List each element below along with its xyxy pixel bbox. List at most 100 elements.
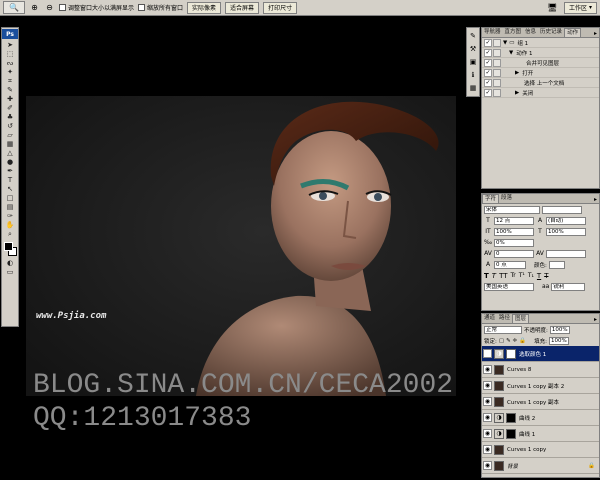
fill-field[interactable]: 100% <box>549 336 569 345</box>
action-row[interactable]: ✓ ▶ 关闭 <box>482 88 599 98</box>
font-family-select[interactable]: 宋体 <box>484 205 540 214</box>
bold-icon[interactable]: T <box>484 272 489 280</box>
zoom-out-icon[interactable]: ⊖ <box>44 2 55 13</box>
layer-mask-thumb[interactable] <box>506 348 516 359</box>
tab-navigator[interactable]: 导航器 <box>482 28 503 37</box>
eye-icon[interactable]: ◉ <box>483 461 492 470</box>
dialog-toggle[interactable] <box>493 88 501 97</box>
path-selection-tool-icon[interactable]: ↖ <box>2 185 18 194</box>
quick-mask-icon[interactable]: ◐ <box>2 259 18 268</box>
eye-icon[interactable]: ◉ <box>483 365 492 374</box>
pen-tool-icon[interactable]: ✒ <box>2 167 18 176</box>
horizontal-scale-field[interactable]: 100% <box>546 227 586 236</box>
eyedropper-tool-icon[interactable]: ✑ <box>2 212 18 221</box>
layer-row[interactable]: ◉ Curves 1 copy 副本 2 <box>482 378 599 394</box>
move-tool-icon[interactable]: ➤ <box>2 41 18 50</box>
subscript-icon[interactable]: T₁ <box>528 272 534 279</box>
lock-transparency-icon[interactable]: ▢ <box>499 338 504 344</box>
layer-row[interactable]: ◉ Curves 8 <box>482 362 599 378</box>
workspace-menu[interactable]: 工作区 ▾ <box>563 1 597 14</box>
baseline-shift-field[interactable]: 0 点 <box>494 260 526 269</box>
eye-icon[interactable]: ◉ <box>483 381 492 390</box>
info-icon[interactable]: ℹ <box>467 69 479 80</box>
layer-comps-icon[interactable]: ▣ <box>467 56 479 67</box>
vertical-scale-field[interactable]: 100% <box>494 227 534 236</box>
eye-icon[interactable]: ◉ <box>483 429 492 438</box>
blur-tool-icon[interactable]: △ <box>2 149 18 158</box>
layer-row[interactable]: ◉ ◑ 选取颜色 1 <box>482 346 599 362</box>
dialog-toggle[interactable] <box>493 78 501 87</box>
panel-menu-icon[interactable]: ▸ <box>592 196 599 203</box>
tab-actions[interactable]: 动作 <box>564 28 582 37</box>
action-row[interactable]: ✓ 选择 上一个文档 <box>482 78 599 88</box>
check-icon[interactable]: ✓ <box>484 58 492 67</box>
all-caps-icon[interactable]: TT <box>499 272 507 280</box>
shape-tool-icon[interactable]: □ <box>2 194 18 203</box>
lock-pixels-icon[interactable]: ✎ <box>506 338 511 344</box>
tab-histogram[interactable]: 直方图 <box>503 28 524 37</box>
tracking-field[interactable]: 0% <box>494 238 534 247</box>
type-tool-icon[interactable]: T <box>2 176 18 185</box>
action-row[interactable]: ✓ 合并可见图层 <box>482 58 599 68</box>
panel-menu-icon[interactable]: ▸ <box>592 316 599 323</box>
strikethrough-icon[interactable]: T <box>544 272 548 280</box>
tab-channels[interactable]: 通道 <box>482 314 497 323</box>
crop-tool-icon[interactable]: ⌗ <box>2 77 18 86</box>
kerning-field[interactable]: 0 <box>494 249 534 258</box>
zoom-in-icon[interactable]: ⊕ <box>29 2 40 13</box>
tab-layers[interactable]: 图层 <box>512 314 530 323</box>
tab-history[interactable]: 历史记录 <box>538 28 564 37</box>
underline-icon[interactable]: T <box>537 272 541 280</box>
opacity-field[interactable]: 100% <box>549 325 570 334</box>
gradient-tool-icon[interactable]: ▦ <box>2 140 18 149</box>
print-size-button[interactable]: 打印尺寸 <box>263 1 298 14</box>
layer-row[interactable]: ◉ 背景 🔒 <box>482 458 599 474</box>
text-color-swatch[interactable] <box>548 260 565 269</box>
slice-tool-icon[interactable]: ✎ <box>2 86 18 95</box>
lock-all-icon[interactable]: 🔒 <box>519 338 526 344</box>
expand-icon[interactable]: ▼ <box>509 50 513 56</box>
check-icon[interactable]: ✓ <box>484 78 492 87</box>
check-icon[interactable]: ✓ <box>484 48 492 57</box>
leading-field[interactable]: (自动) <box>546 216 586 225</box>
tab-info[interactable]: 信息 <box>523 28 538 37</box>
eye-icon[interactable]: ◉ <box>483 397 492 406</box>
small-caps-icon[interactable]: Tr <box>511 272 516 279</box>
layer-row[interactable]: ◉ ◑ 曲线 2 <box>482 410 599 426</box>
fit-screen-button[interactable]: 适合屏幕 <box>225 1 260 14</box>
tab-character[interactable]: 字符 <box>482 194 500 203</box>
tab-paths[interactable]: 路径 <box>497 314 512 323</box>
dodge-tool-icon[interactable]: ● <box>2 158 18 167</box>
resize-windows-checkbox[interactable]: 调整窗口大小以满屏显示 <box>59 3 134 12</box>
language-select[interactable]: 美国英语 <box>484 282 534 291</box>
blend-mode-select[interactable]: 正常 <box>484 325 522 334</box>
expand-icon[interactable]: ▶ <box>515 90 519 96</box>
action-row[interactable]: ✓ ▼ 动作 1 <box>482 48 599 58</box>
swatches-icon[interactable]: ▦ <box>467 82 479 93</box>
dialog-toggle[interactable] <box>493 58 501 67</box>
lock-position-icon[interactable]: ✛ <box>513 338 518 344</box>
zoom-all-checkbox[interactable]: 缩放所有窗口 <box>138 3 183 12</box>
tool-presets-icon[interactable]: ⚒ <box>467 43 479 54</box>
screen-mode-icon[interactable]: ▭ <box>2 268 18 277</box>
check-icon[interactable]: ✓ <box>484 38 492 47</box>
hand-tool-icon[interactable]: ✋ <box>2 221 18 230</box>
superscript-icon[interactable]: T¹ <box>519 272 525 279</box>
layer-mask-thumb[interactable] <box>506 428 516 439</box>
layer-row[interactable]: ◉ Curves 1 copy 副本 <box>482 394 599 410</box>
action-row[interactable]: ✓ ▶ 打开 <box>482 68 599 78</box>
font-size-field[interactable]: 12 点 <box>494 216 534 225</box>
dialog-toggle[interactable] <box>493 68 501 77</box>
foreground-color-swatch[interactable] <box>4 242 13 251</box>
expand-icon[interactable]: ▼ <box>503 40 507 46</box>
actual-pixels-button[interactable]: 实际像素 <box>187 1 222 14</box>
eye-icon[interactable]: ◉ <box>483 413 492 422</box>
magic-wand-tool-icon[interactable]: ✦ <box>2 68 18 77</box>
layer-row[interactable]: ◉ Curves 1 copy <box>482 442 599 458</box>
notes-tool-icon[interactable]: ▤ <box>2 203 18 212</box>
eye-icon[interactable]: ◉ <box>483 349 492 358</box>
eraser-tool-icon[interactable]: ▱ <box>2 131 18 140</box>
zoom-tool-icon[interactable]: ⌕ <box>2 230 18 239</box>
history-brush-tool-icon[interactable]: ↺ <box>2 122 18 131</box>
document-canvas[interactable]: www.Psjia.com <box>22 18 465 410</box>
